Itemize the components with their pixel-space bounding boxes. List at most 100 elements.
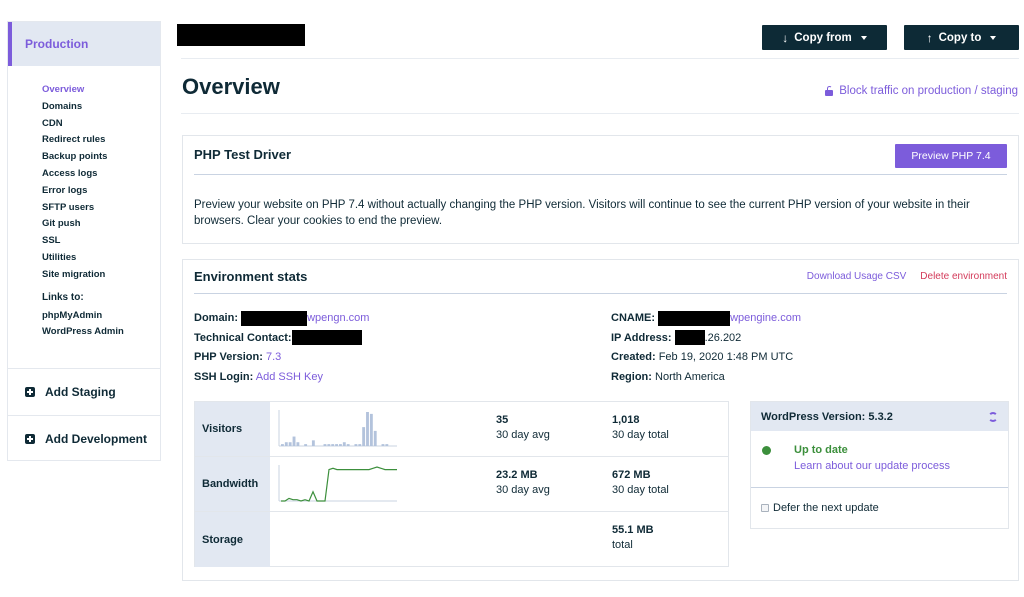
visitors-bar	[339, 444, 342, 446]
technical-contact-row: Technical Contact:	[194, 329, 369, 349]
defer-update-option[interactable]: Defer the next update	[751, 488, 1008, 514]
redacted-site-name	[177, 24, 305, 46]
visitors-total: 1,018 30 day total	[612, 413, 669, 443]
bandwidth-label: Bandwidth	[195, 457, 270, 511]
refresh-icon[interactable]	[988, 411, 998, 422]
preview-php-button[interactable]: Preview PHP 7.4	[895, 144, 1007, 168]
storage-label: Storage	[195, 512, 270, 567]
block-traffic-label: Block traffic on production / staging	[839, 85, 1018, 97]
sidebar-item-error-logs[interactable]: Error logs	[42, 183, 160, 200]
bandwidth-avg-label: 30 day avg	[496, 484, 550, 496]
storage-total-value: 55.1 MB	[612, 524, 654, 536]
links-to-heading: Links to:	[42, 291, 84, 303]
php-test-driver-description: Preview your website on PHP 7.4 without …	[194, 199, 970, 227]
bandwidth-line	[281, 466, 397, 502]
storage-total-label: total	[612, 539, 633, 551]
bandwidth-total: 672 MB 30 day total	[612, 468, 669, 498]
title-divider	[181, 113, 1019, 114]
copy-from-button[interactable]: ↓ Copy from	[762, 25, 887, 50]
sidebar-item-git-push[interactable]: Git push	[42, 216, 160, 233]
cname-row: CNAME: wpengine.com	[611, 309, 801, 329]
add-staging-label: Add Staging	[45, 384, 116, 399]
cname-link[interactable]: wpengine.com	[730, 312, 801, 324]
sidebar-item-domains[interactable]: Domains	[42, 99, 160, 116]
php-test-driver-card: PHP Test Driver Preview PHP 7.4 Preview …	[182, 135, 1019, 244]
status-dot-icon	[762, 446, 771, 455]
region-label: Region:	[611, 370, 652, 383]
sidebar-item-overview[interactable]: Overview	[42, 82, 160, 99]
wordpress-version-label: WordPress Version: 5.3.2	[761, 410, 893, 423]
visitors-label: Visitors	[195, 402, 270, 456]
plus-square-icon	[25, 433, 35, 444]
add-development-button[interactable]: Add Development	[8, 415, 160, 461]
ip-address-row: IP Address: .26.202	[611, 329, 801, 349]
caret-down-icon	[990, 35, 997, 40]
plus-square-icon	[25, 386, 35, 397]
defer-update-checkbox[interactable]	[761, 504, 769, 512]
redacted-contact	[291, 330, 362, 346]
sidebar-link-phpmyadmin[interactable]: phpMyAdmin	[42, 308, 160, 325]
header-divider	[181, 58, 1019, 59]
visitors-bar	[288, 442, 292, 446]
visitors-bar	[346, 444, 350, 446]
sidebar-item-ssl[interactable]: SSL	[42, 233, 160, 250]
bandwidth-avg-value: 23.2 MB	[496, 469, 538, 481]
environment-production[interactable]: Production	[8, 22, 160, 66]
created-label: Created:	[611, 351, 656, 363]
visitors-bar	[362, 427, 366, 446]
bandwidth-total-value: 672 MB	[612, 469, 651, 481]
sidebar-link-wordpress-admin[interactable]: WordPress Admin	[42, 324, 160, 341]
created-value: Feb 19, 2020 1:48 PM UTC	[658, 351, 794, 363]
defer-update-label: Defer the next update	[773, 502, 879, 514]
download-usage-csv-link[interactable]: Download Usage CSV	[807, 271, 907, 282]
environment-actions: Download Usage CSV Delete environment	[807, 271, 1007, 282]
php-version-link[interactable]: 7.3	[266, 351, 281, 363]
region-value: North America	[655, 370, 725, 383]
sidebar-item-backup-points[interactable]: Backup points	[42, 149, 160, 166]
add-staging-button[interactable]: Add Staging	[8, 368, 160, 414]
sidebar-item-redirect-rules[interactable]: Redirect rules	[42, 132, 160, 149]
environment-name: Production	[25, 37, 89, 51]
caret-down-icon	[860, 35, 867, 40]
sidebar-item-utilities[interactable]: Utilities	[42, 250, 160, 267]
domain-row: Domain: wpengn.com	[194, 309, 369, 329]
php-version-label: PHP Version:	[194, 351, 263, 363]
storage-total: 55.1 MB total	[612, 523, 654, 553]
ip-address-label: IP Address:	[611, 331, 672, 344]
region-row: Region: North America	[611, 368, 801, 388]
card-divider	[194, 174, 1007, 175]
technical-contact-label: Technical Contact:	[194, 331, 292, 344]
sidebar-item-access-logs[interactable]: Access logs	[42, 166, 160, 183]
visitors-bar	[323, 444, 327, 446]
add-ssh-key-link[interactable]: Add SSH Key	[256, 371, 323, 383]
wordpress-status: Up to date Learn about our update proces…	[751, 431, 1008, 488]
environment-stats-title: Environment stats	[194, 269, 308, 284]
sidebar-item-site-migration[interactable]: Site migration	[42, 267, 160, 284]
wordpress-status-text: Up to date	[794, 444, 848, 456]
php-version-row: PHP Version: 7.3	[194, 348, 369, 368]
ssh-login-row: SSH Login: Add SSH Key	[194, 368, 369, 388]
created-row: Created: Feb 19, 2020 1:48 PM UTC	[611, 348, 801, 368]
environment-stats-card: Environment stats Download Usage CSV Del…	[182, 259, 1019, 581]
block-traffic-link[interactable]: Block traffic on production / staging	[825, 85, 1018, 97]
visitors-bar	[342, 442, 346, 446]
wordpress-version-header: WordPress Version: 5.3.2	[751, 402, 1008, 431]
page-title: Overview	[182, 74, 280, 99]
delete-environment-link[interactable]: Delete environment	[920, 271, 1007, 282]
visitors-bar	[335, 444, 338, 446]
learn-update-process-link[interactable]: Learn about our update process	[794, 460, 950, 472]
visitors-bar	[369, 413, 373, 446]
visitors-avg-value: 35	[496, 414, 509, 426]
copy-to-button[interactable]: ↑ Copy to	[904, 25, 1019, 50]
visitors-bar	[331, 444, 335, 446]
sidebar-item-cdn[interactable]: CDN	[42, 116, 160, 133]
visitors-row: Visitors 35 30 day avg 1,018 30 day tota…	[195, 402, 728, 457]
sidebar-item-sftp-users[interactable]: SFTP users	[42, 200, 160, 217]
domain-link[interactable]: wpengn.com	[307, 312, 369, 324]
unlock-icon	[825, 86, 834, 96]
visitors-bar	[304, 444, 308, 446]
environment-info-right: CNAME: wpengine.com IP Address: .26.202 …	[611, 309, 801, 387]
domain-label: Domain:	[194, 312, 238, 324]
php-test-driver-title: PHP Test Driver	[194, 147, 292, 162]
cname-label: CNAME:	[611, 312, 655, 324]
